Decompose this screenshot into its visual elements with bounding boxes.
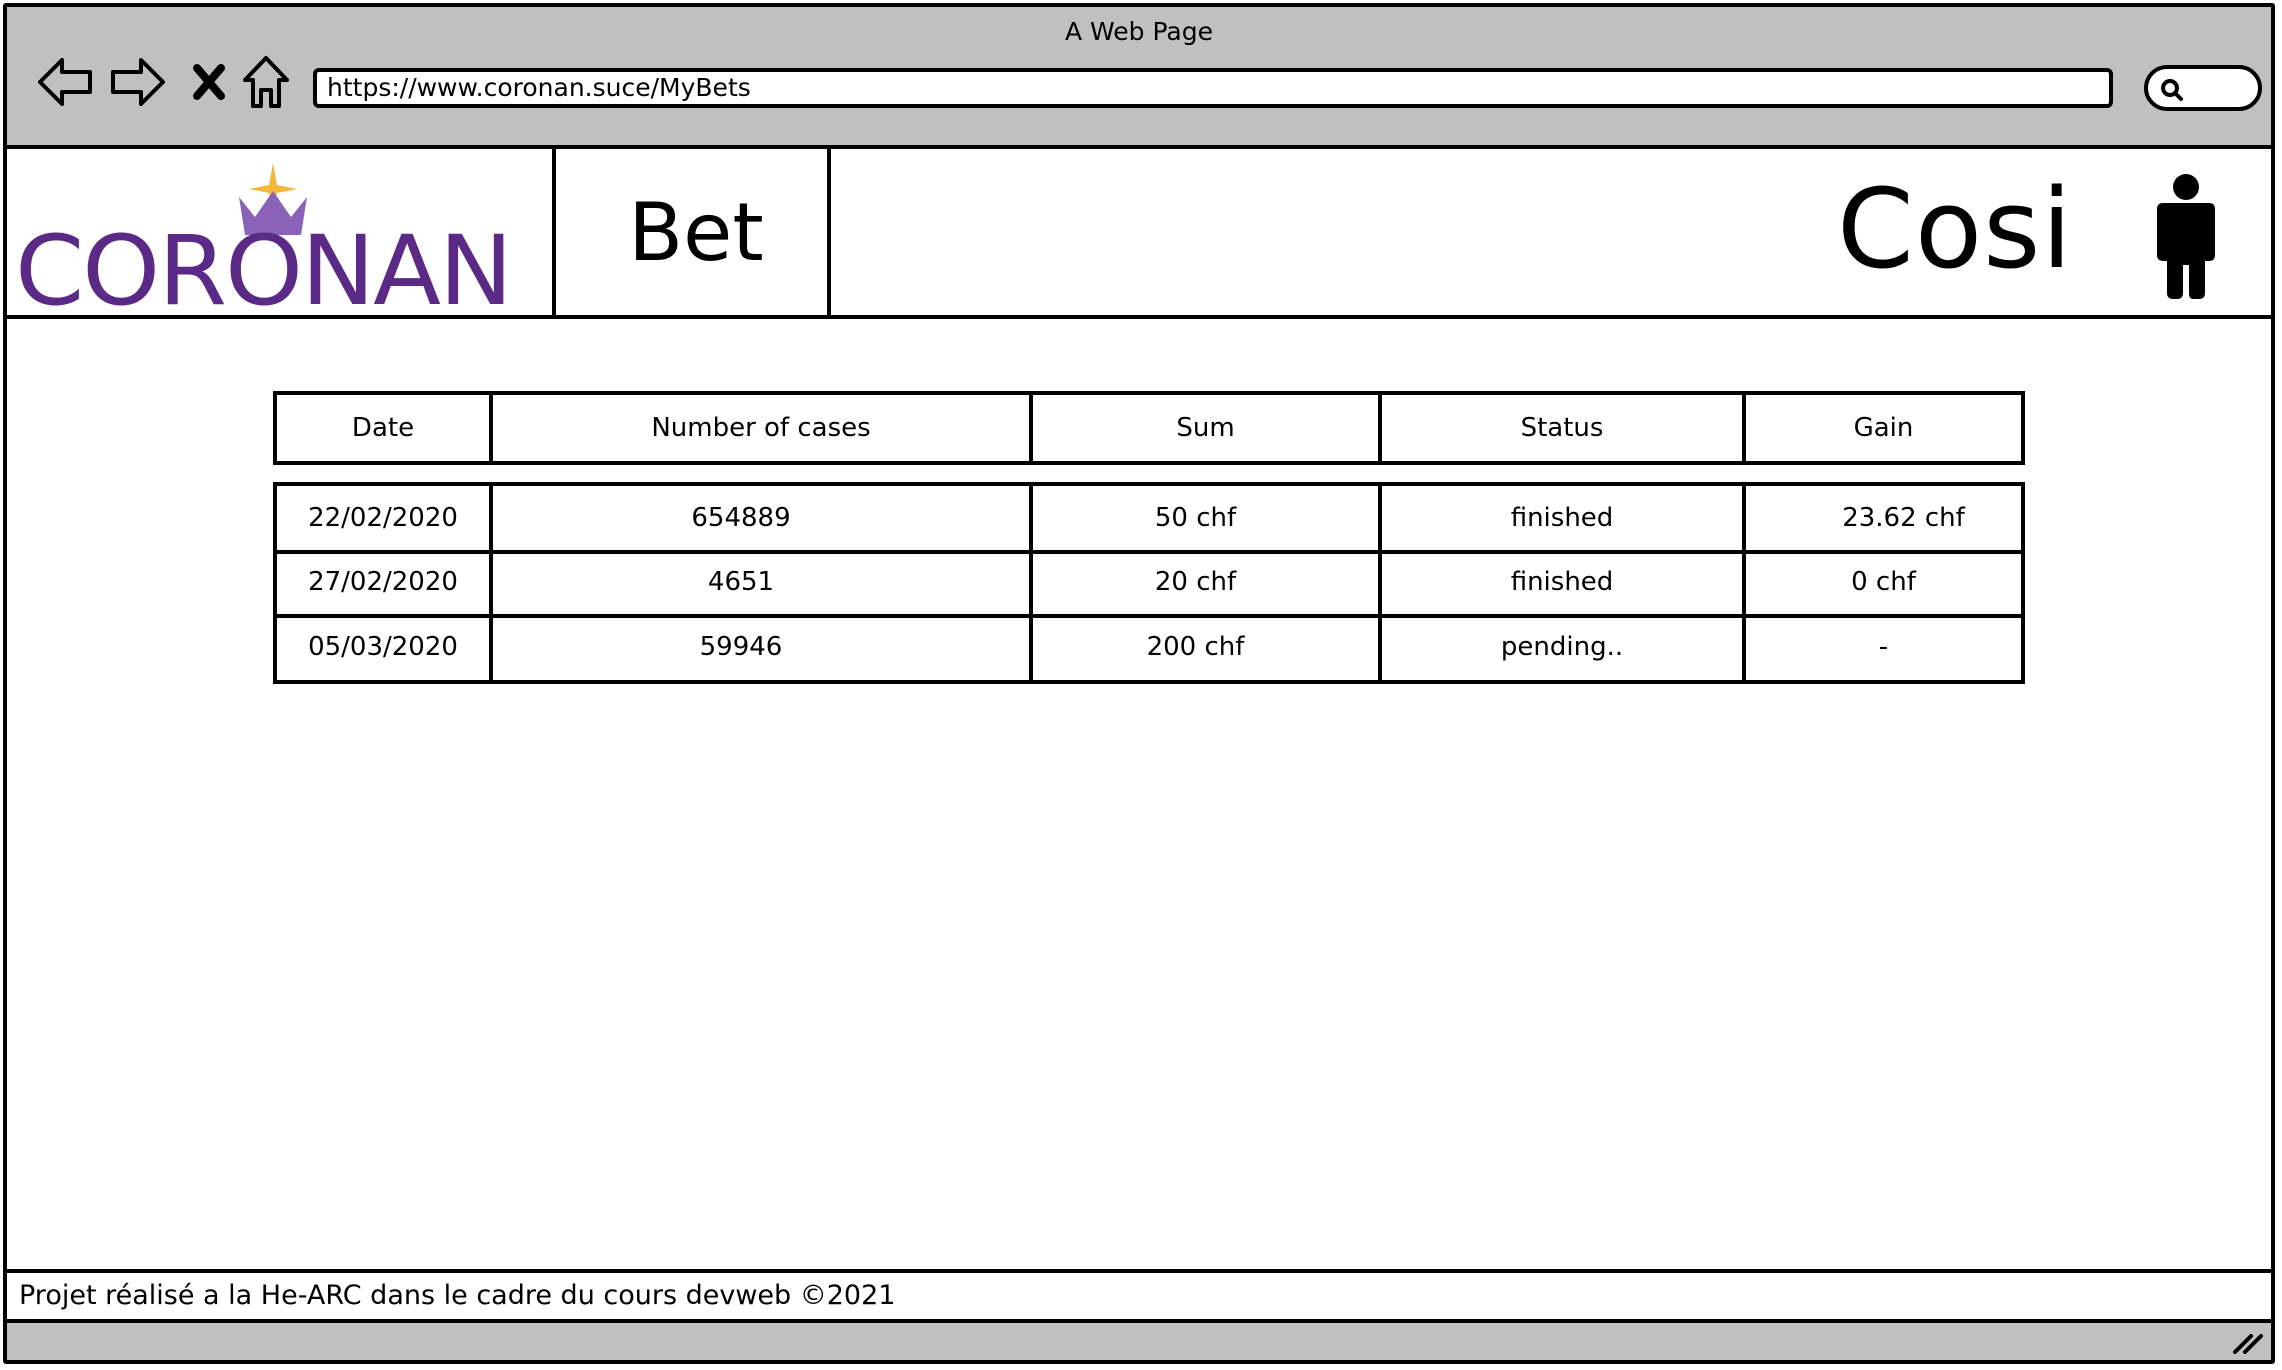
column-header-sum[interactable]: Sum — [1033, 395, 1382, 461]
url-bar[interactable]: https://www.coronan.suce/MyBets — [313, 68, 2113, 108]
browser-status-bar — [7, 1323, 2271, 1360]
nav-bet-link[interactable]: Bet — [561, 149, 831, 315]
resize-grip-icon[interactable] — [2231, 1330, 2265, 1356]
cell-date: 27/02/2020 — [277, 550, 493, 614]
page-footer: Projet réalisé a la He-ARC dans le cadre… — [7, 1269, 2271, 1323]
column-header-gain[interactable]: Gain — [1746, 395, 2021, 461]
cell-gain: - — [1878, 632, 1889, 662]
browser-chrome: A Web Page https://www.coronan.suce/MyBe… — [7, 7, 2271, 149]
cell-sum: 200 chf — [1033, 614, 1382, 680]
logo-text: CORONAN — [15, 215, 511, 311]
user-icon[interactable] — [2147, 173, 2225, 305]
forward-arrow-icon[interactable] — [108, 52, 168, 112]
search-field[interactable] — [2144, 65, 2262, 111]
coronan-logo[interactable]: CORONAN — [15, 161, 515, 327]
cell-cases: 654889 — [493, 486, 1033, 550]
cell-cases: 59946 — [493, 614, 1033, 680]
cell-status: finished — [1382, 486, 1746, 550]
site-header: CORONAN Bet Cosi — [7, 149, 2271, 327]
cell-date: 05/03/2020 — [277, 614, 493, 680]
table-row[interactable]: 05/03/2020 59946 200 chf pending.. - — [277, 614, 2021, 680]
window-title: A Web Page — [1064, 17, 1214, 46]
search-icon — [2161, 79, 2183, 101]
bets-table-header: Date Number of cases Sum Status Gain — [273, 391, 2025, 465]
cell-sum: 50 chf — [1033, 486, 1382, 550]
cell-gain: 0 chf — [1851, 567, 1916, 597]
column-header-status[interactable]: Status — [1382, 395, 1746, 461]
bets-table-body: 22/02/2020 654889 50 chf finished 23.62 … — [273, 482, 2025, 684]
column-header-date[interactable]: Date — [277, 395, 493, 461]
browser-window: A Web Page https://www.coronan.suce/MyBe… — [3, 3, 2275, 1364]
header-divider — [827, 149, 831, 315]
cell-gain: 23.62 chf — [1842, 503, 1965, 533]
cell-date: 22/02/2020 — [277, 486, 493, 550]
username: Cosi — [1837, 165, 2073, 293]
close-x-icon[interactable] — [179, 52, 239, 112]
table-row[interactable]: 22/02/2020 654889 50 chf finished 23.62 … — [277, 486, 2021, 554]
table-row[interactable]: 27/02/2020 4651 20 chf finished 0 chf — [277, 550, 2021, 618]
column-header-cases[interactable]: Number of cases — [493, 395, 1033, 461]
cell-cases: 4651 — [493, 550, 1033, 614]
cell-sum: 20 chf — [1033, 550, 1382, 614]
cell-status: finished — [1382, 550, 1746, 614]
home-icon[interactable] — [236, 52, 296, 112]
cell-status: pending.. — [1382, 614, 1746, 680]
back-arrow-icon[interactable] — [35, 52, 95, 112]
header-divider — [552, 149, 556, 315]
